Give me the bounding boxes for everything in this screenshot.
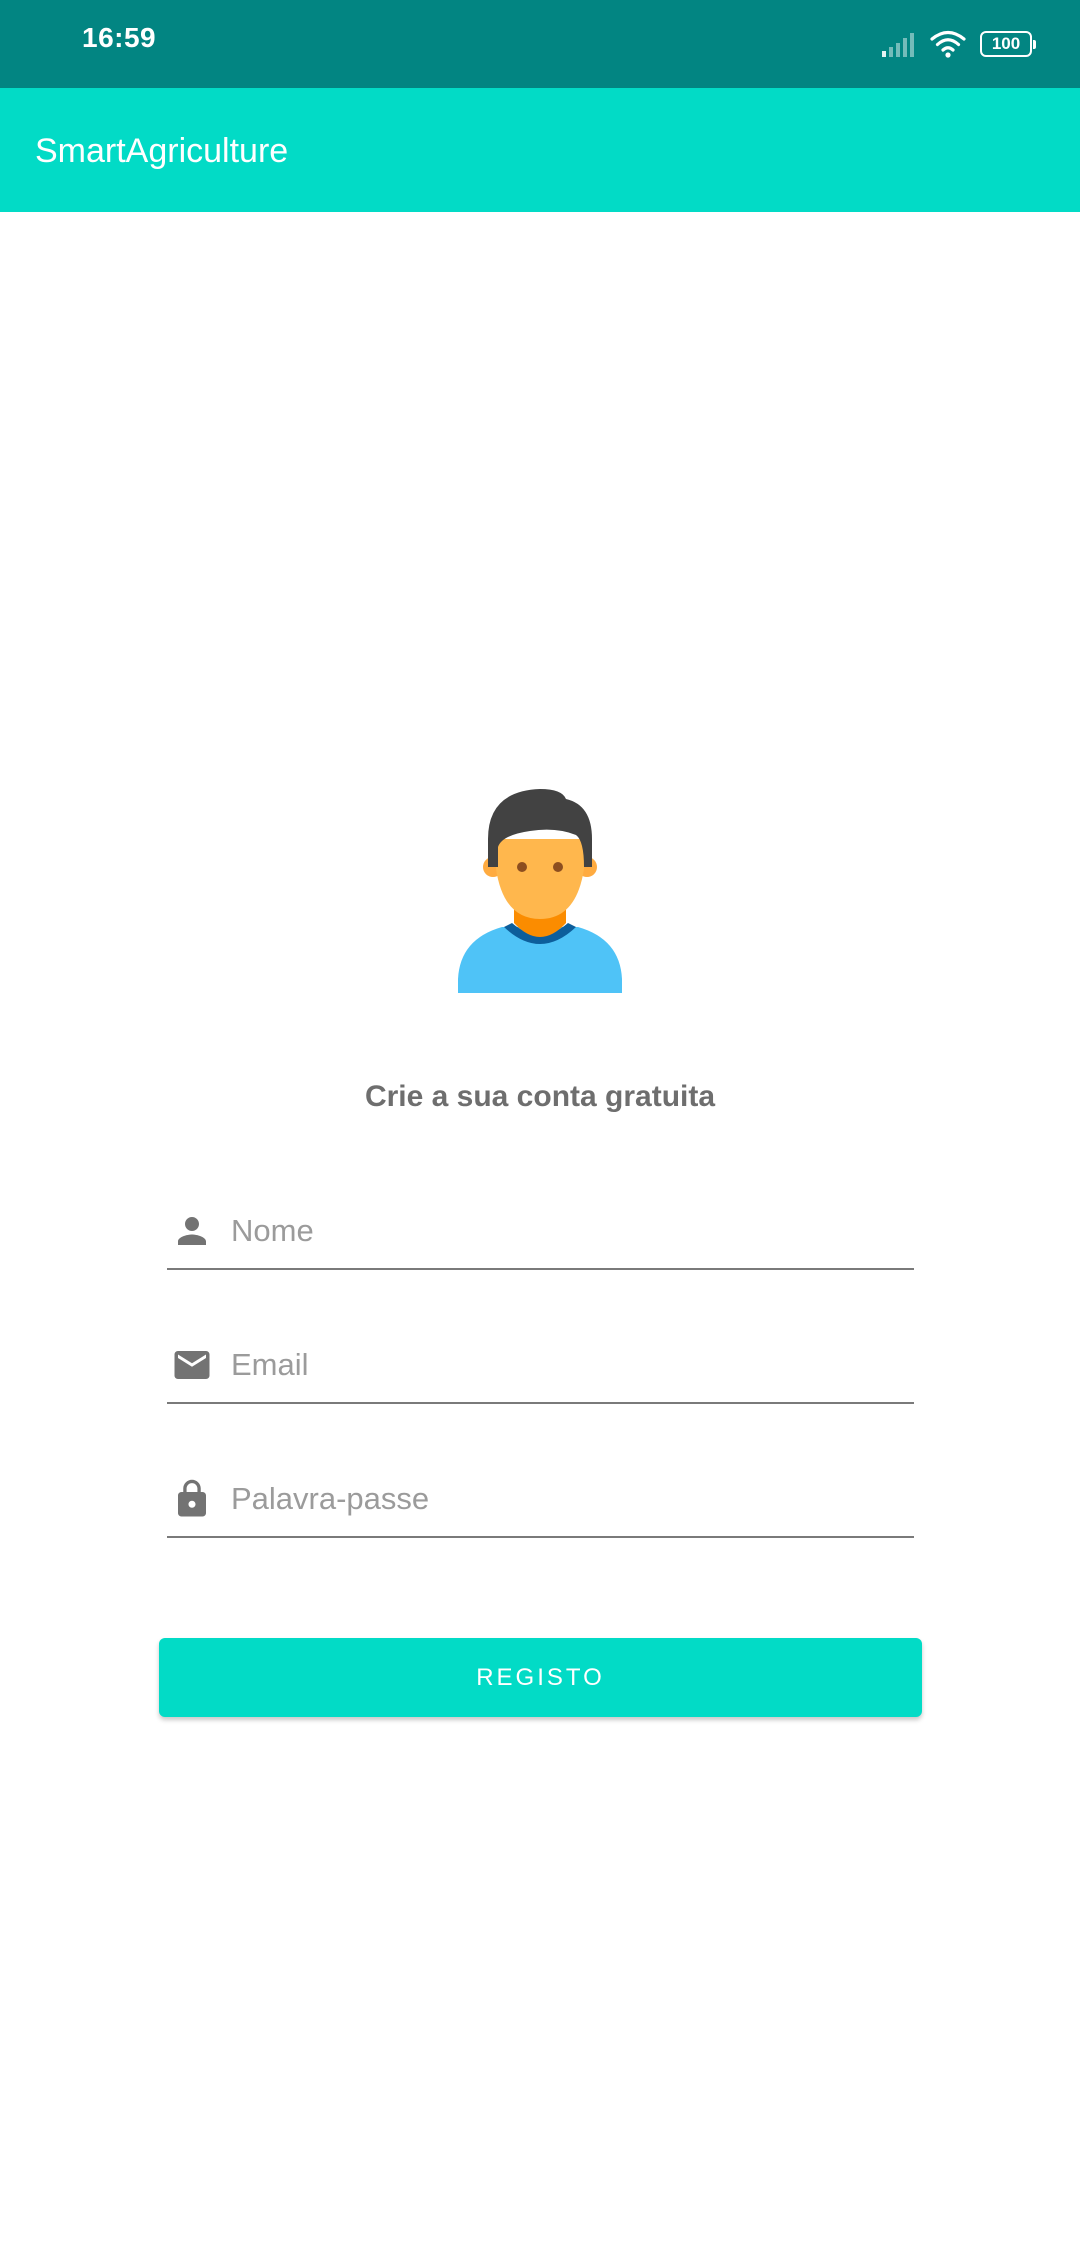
- app-bar: SmartAgriculture: [0, 88, 1080, 212]
- battery-level: 100: [991, 34, 1021, 53]
- signal-icon: [882, 33, 914, 57]
- status-time: 16:59: [82, 22, 157, 53]
- register-button-label: REGISTO: [476, 1663, 605, 1691]
- password-input[interactable]: [231, 1474, 891, 1524]
- email-input[interactable]: [231, 1340, 891, 1390]
- user-avatar-icon: [458, 789, 622, 993]
- status-bar: 16:59 100: [0, 0, 1080, 88]
- mail-icon: [174, 1351, 210, 1379]
- register-button[interactable]: REGISTO: [159, 1638, 922, 1717]
- password-field[interactable]: [167, 1456, 914, 1538]
- lock-icon: [178, 1479, 206, 1517]
- person-icon: [178, 1217, 206, 1245]
- email-field[interactable]: [167, 1322, 914, 1404]
- wifi-icon: [930, 30, 966, 58]
- name-input[interactable]: [231, 1206, 891, 1256]
- battery-icon: 100: [980, 31, 1036, 57]
- app-title: SmartAgriculture: [35, 132, 289, 170]
- name-field[interactable]: [167, 1188, 914, 1270]
- status-icons: 100: [882, 22, 1036, 66]
- headline: Crie a sua conta gratuita: [364, 1080, 716, 1113]
